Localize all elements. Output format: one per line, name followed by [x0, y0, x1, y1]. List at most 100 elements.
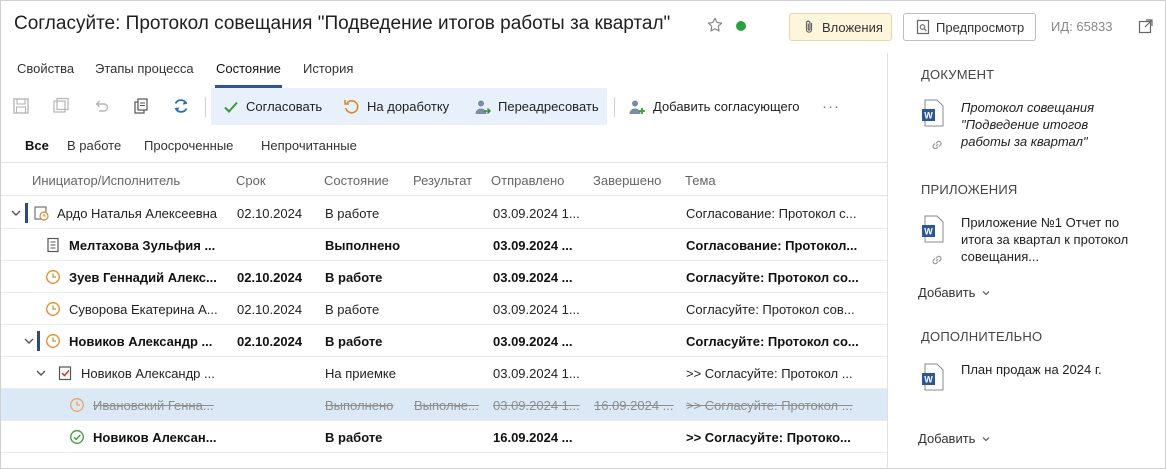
popout-icon[interactable]: [1138, 18, 1154, 34]
header: Согласуйте: Протокол совещания "Подведен…: [1, 1, 1165, 53]
approve-label: Согласовать: [246, 99, 323, 114]
column-header-state[interactable]: Состояние: [324, 173, 389, 188]
row-sent: 16.09.2024 ...: [493, 430, 573, 445]
table-row[interactable]: Мелтахова Зульфия ... Выполнено 03.09.20…: [1, 229, 887, 261]
paperclip-icon: [805, 20, 813, 33]
return-icon: [344, 100, 359, 114]
column-header-completed[interactable]: Завершено: [593, 173, 661, 188]
row-subject: >> Согласуйте: Протокол ...: [686, 398, 853, 413]
word-document-icon[interactable]: W: [922, 215, 944, 243]
tab-process-stages[interactable]: Этапы процесса: [95, 61, 194, 76]
svg-text:W: W: [924, 111, 933, 121]
table-row[interactable]: Новиков Александр ... 02.10.2024 В работ…: [1, 325, 887, 357]
svg-text:W: W: [924, 375, 933, 385]
row-state: В работе: [325, 270, 383, 285]
redirect-button[interactable]: Переадресовать: [473, 88, 599, 125]
column-header-result[interactable]: Результат: [413, 173, 472, 188]
clock-icon: [46, 302, 60, 316]
tab-status[interactable]: Состояние: [216, 61, 281, 76]
add-additional-button[interactable]: Добавить: [918, 431, 991, 446]
tab-properties[interactable]: Свойства: [17, 61, 74, 76]
table-row[interactable]: Новиков Алексан... В работе 16.09.2024 .…: [1, 421, 887, 453]
row-state: Выполнено: [325, 398, 394, 413]
status-indicator: [736, 21, 746, 31]
document-icon: [47, 237, 59, 253]
more-actions-button[interactable]: ···: [822, 98, 840, 115]
word-document-icon[interactable]: W: [922, 99, 944, 127]
filter-in-progress[interactable]: В работе: [67, 138, 121, 153]
link-icon[interactable]: [930, 253, 944, 267]
add-attachment-button[interactable]: Добавить: [918, 285, 991, 300]
word-document-icon[interactable]: W: [922, 363, 944, 391]
preview-button[interactable]: Предпросмотр: [903, 13, 1036, 41]
save-icon[interactable]: [12, 97, 30, 115]
attachments-button[interactable]: Вложения: [789, 13, 892, 41]
filter-all[interactable]: Все: [25, 138, 49, 153]
add-approver-button[interactable]: Добавить согласующего: [628, 88, 799, 125]
table-header: Инициатор/Исполнитель Срок Состояние Рез…: [1, 164, 887, 196]
row-subject: Согласуйте: Протокол сов...: [686, 302, 855, 317]
row-assignee: Ардо Наталья Алексеевна: [57, 206, 218, 221]
row-subject: Согласуйте: Протокол со...: [686, 270, 859, 285]
row-due: 02.10.2024: [237, 334, 303, 349]
row-state: Выполнено: [325, 238, 401, 253]
row-state: На приемке: [325, 366, 396, 381]
toolbar: Согласовать На доработку Переадресовать: [1, 88, 887, 126]
table-row[interactable]: Зуев Геннадий Алекс... 02.10.2024 В рабо…: [1, 261, 887, 293]
row-assignee: Мелтахова Зульфия ...: [69, 238, 216, 253]
chevron-down-icon[interactable]: [35, 367, 47, 379]
column-header-assignee[interactable]: Инициатор/Исполнитель: [32, 173, 180, 188]
preview-icon: [916, 19, 930, 35]
column-header-subject[interactable]: Тема: [685, 173, 716, 188]
row-state: В работе: [325, 430, 383, 445]
tree-level-marker: [25, 203, 28, 223]
row-result: Выполне...: [414, 398, 479, 413]
rework-button[interactable]: На доработку: [343, 88, 449, 125]
row-subject: >> Согласуйте: Протоко...: [686, 430, 851, 445]
column-header-sent[interactable]: Отправлено: [491, 173, 564, 188]
table-row[interactable]: Новиков Александр ... На приемке 03.09.2…: [1, 357, 887, 389]
row-assignee: Новиков Александр ...: [81, 366, 215, 381]
tab-history[interactable]: История: [303, 61, 353, 76]
row-sent: 03.09.2024 ...: [493, 238, 573, 253]
chevron-down-icon[interactable]: [10, 207, 22, 219]
table-row[interactable]: Суворова Екатерина А... 02.10.2024 В раб…: [1, 293, 887, 325]
row-assignee: Суворова Екатерина А...: [69, 302, 218, 317]
link-icon[interactable]: [930, 138, 944, 152]
row-assignee: Ивановский Генна...: [93, 398, 214, 413]
column-header-due[interactable]: Срок: [236, 173, 266, 188]
user-redirect-icon: [475, 100, 491, 114]
tree-level-marker: [37, 331, 40, 351]
table-row[interactable]: Ардо Наталья Алексеевна 02.10.2024 В раб…: [1, 197, 887, 229]
document-link[interactable]: Протокол совещания "Подведение итогов ра…: [961, 99, 1131, 150]
rework-label: На доработку: [367, 99, 450, 114]
row-due: 02.10.2024: [237, 270, 303, 285]
filter-overdue[interactable]: Просроченные: [144, 138, 233, 153]
add-additional-label: Добавить: [918, 431, 976, 446]
additional-document-link[interactable]: План продаж на 2024 г.: [961, 361, 1131, 378]
page-title: Согласуйте: Протокол совещания "Подведен…: [14, 13, 671, 34]
row-sent: 03.09.2024 1...: [493, 302, 580, 317]
refresh-icon[interactable]: [172, 97, 190, 115]
task-in-progress-icon: [34, 206, 49, 221]
approve-button[interactable]: Согласовать: [223, 88, 322, 125]
copy-icon[interactable]: [132, 97, 150, 115]
star-icon[interactable]: [706, 16, 724, 34]
preview-label: Предпросмотр: [936, 19, 1025, 35]
row-completed: 16.09.2024 ...: [594, 398, 674, 413]
window: Согласуйте: Протокол совещания "Подведен…: [0, 0, 1166, 469]
undo-icon[interactable]: [92, 97, 110, 115]
row-subject: Согласование: Протокол...: [686, 238, 858, 253]
filter-unread[interactable]: Непрочитанные: [261, 138, 357, 153]
table-row[interactable]: Ивановский Генна... Выполнено Выполне...…: [1, 389, 887, 421]
save-as-icon[interactable]: [52, 97, 70, 115]
chevron-down-icon: [982, 436, 990, 441]
row-sent: 03.09.2024 ...: [493, 270, 573, 285]
row-state: В работе: [325, 302, 380, 317]
chevron-down-icon[interactable]: [23, 335, 35, 347]
clock-icon: [70, 398, 84, 412]
checklist-icon: [58, 366, 72, 381]
additional-section-title: ДОПОЛНИТЕЛЬНО: [921, 329, 1043, 344]
attachment-link[interactable]: Приложение №1 Отчет по итога за квартал …: [961, 214, 1131, 265]
document-section-title: ДОКУМЕНТ: [921, 67, 995, 82]
